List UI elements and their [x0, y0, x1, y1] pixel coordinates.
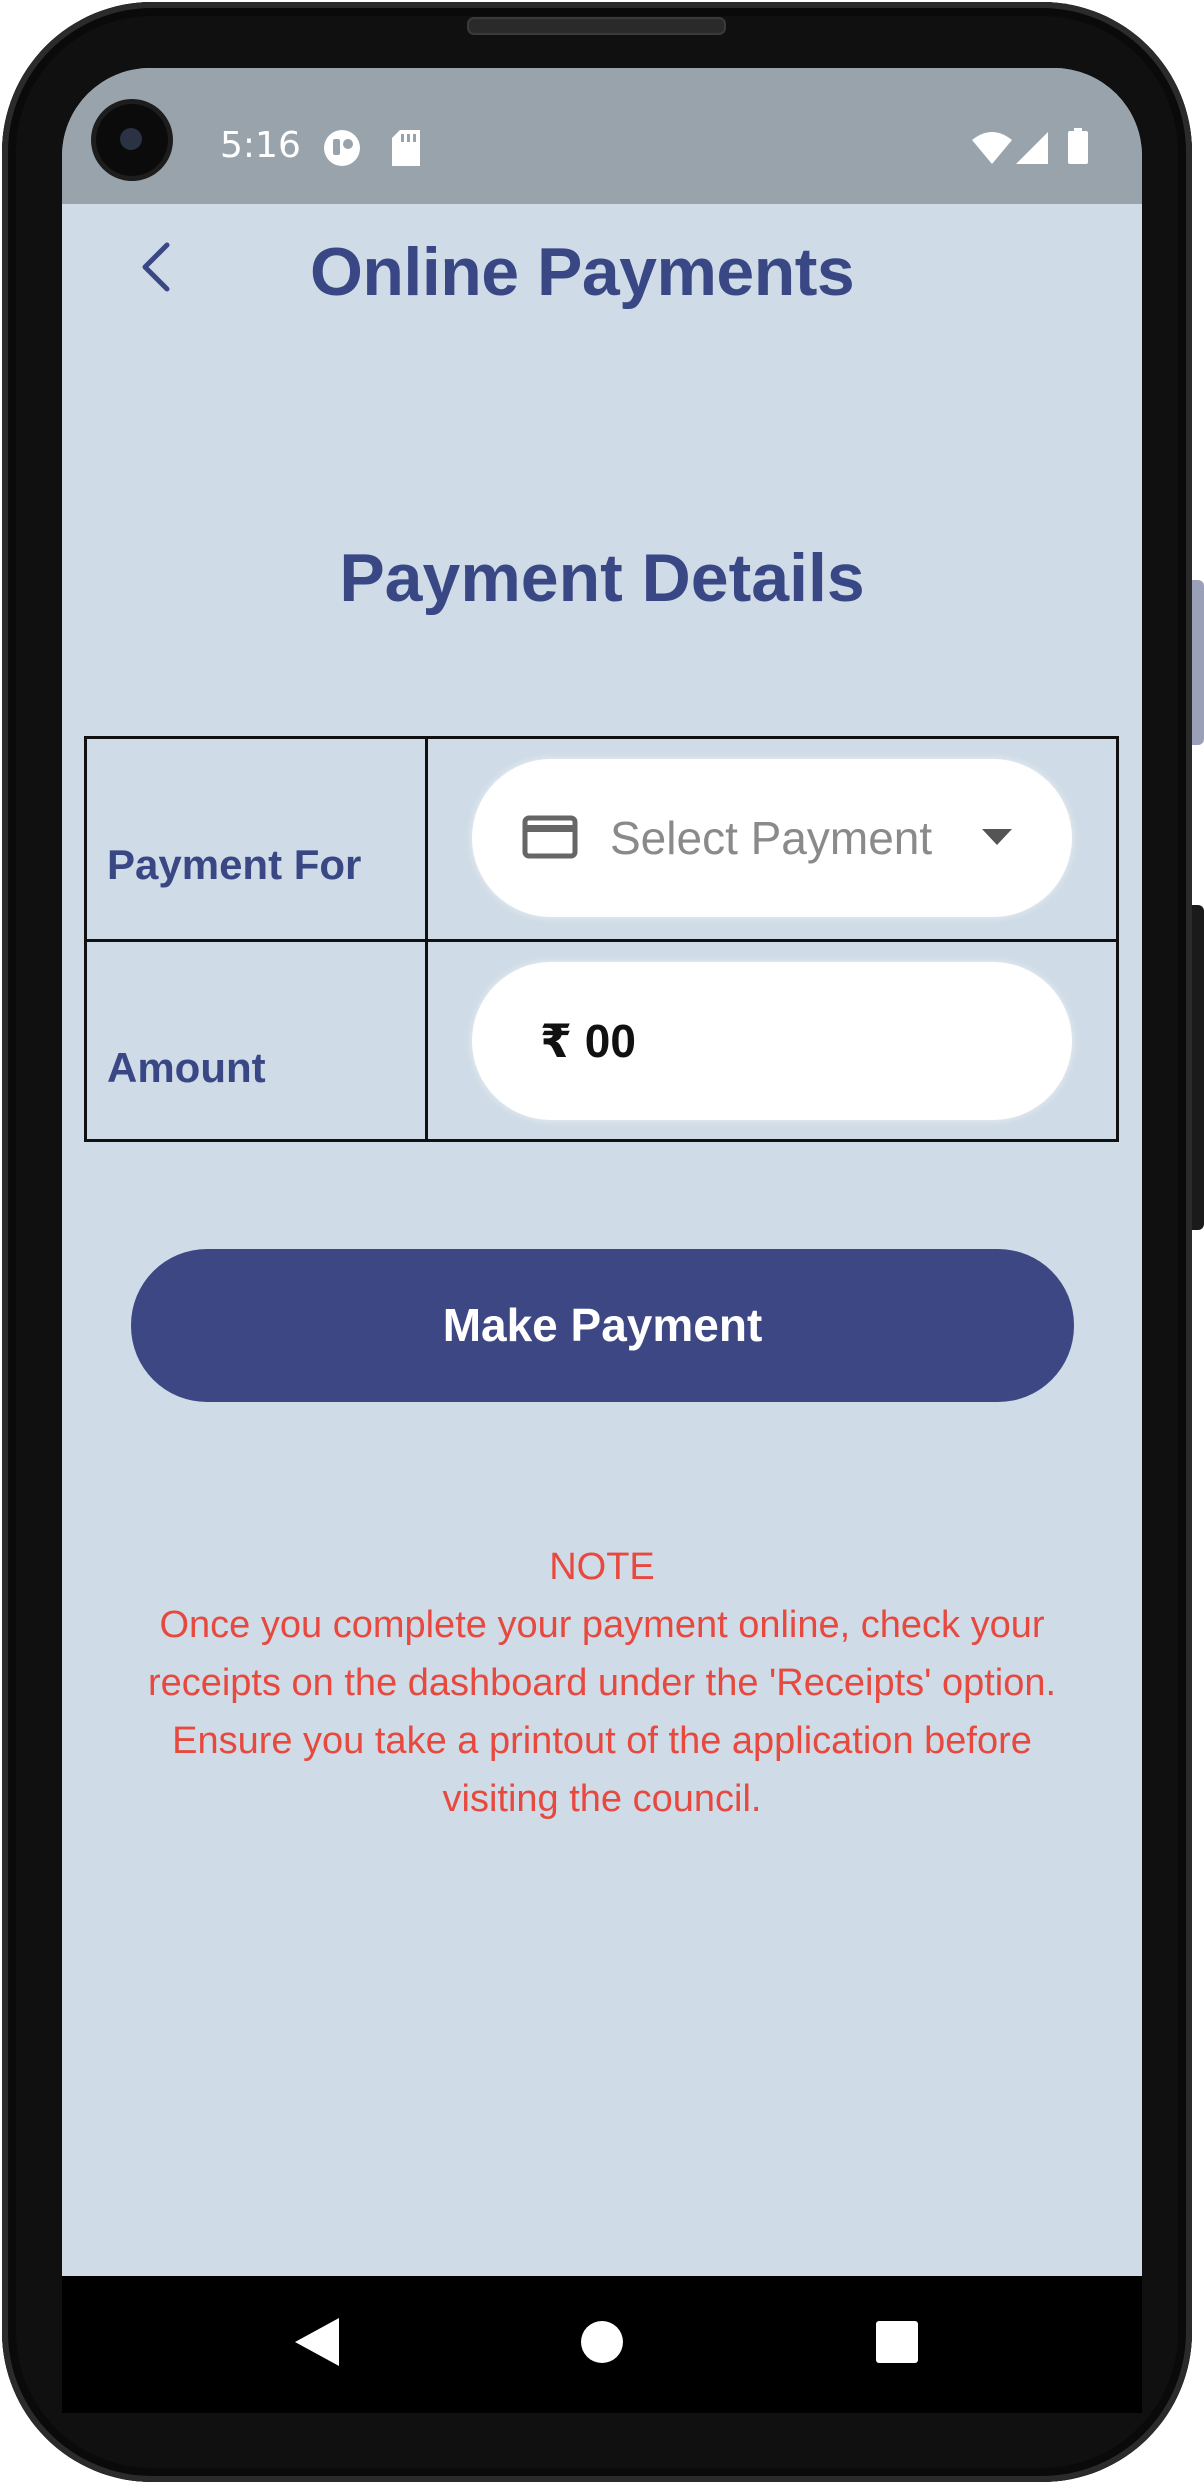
make-payment-button[interactable]: Make Payment — [131, 1249, 1074, 1402]
front-camera — [96, 104, 168, 176]
payment-for-label: Payment For — [107, 841, 362, 888]
section-title: Payment Details — [339, 540, 865, 616]
speaker-grille — [467, 17, 726, 35]
nav-home-icon — [580, 2320, 624, 2369]
app-header: Online Payments — [62, 204, 1142, 354]
select-payment-placeholder: Select Payment — [610, 812, 933, 864]
cellular-signal-icon — [1016, 132, 1048, 169]
nav-back-icon — [295, 2318, 339, 2371]
sd-card-icon — [392, 130, 420, 171]
dropdown-arrow-icon — [982, 829, 1012, 850]
back-button[interactable] — [122, 224, 188, 314]
table-row-payment-for: Payment For Select Payment — [87, 739, 1116, 942]
amount-input[interactable]: ₹ 00 — [472, 962, 1072, 1120]
nav-recents-icon — [876, 2321, 918, 2368]
chevron-left-icon — [137, 241, 173, 298]
wifi-icon — [972, 132, 1012, 169]
status-bar: 5:16 — [62, 68, 1142, 204]
select-payment-dropdown[interactable]: Select Payment — [472, 759, 1072, 917]
battery-icon — [1068, 128, 1088, 169]
power-button — [1192, 905, 1204, 1230]
volume-button — [1192, 580, 1204, 745]
app-screen: 5:16 Online Payments Payment Details Pay… — [62, 68, 1142, 2413]
page-title: Online Payments — [310, 234, 855, 310]
payment-details-table: Payment For Select Payment Amount ₹ 00 — [84, 736, 1119, 1142]
amount-value: ₹ 00 — [540, 1015, 636, 1067]
table-label-cell: Amount — [87, 942, 428, 1142]
table-value-cell: Select Payment — [428, 739, 1116, 939]
note-body: Once you complete your payment online, c… — [147, 1604, 1057, 1820]
account-circle-icon — [324, 130, 360, 171]
payment-note: NOTE Once you complete your payment onli… — [102, 1538, 1102, 1828]
amount-label: Amount — [107, 1044, 266, 1091]
table-row-amount: Amount ₹ 00 — [87, 942, 1116, 1142]
credit-card-icon — [522, 815, 578, 864]
table-label-cell: Payment For — [87, 739, 428, 939]
status-time: 5:16 — [220, 125, 301, 166]
navigation-bar — [62, 2276, 1142, 2413]
nav-home-button[interactable] — [557, 2276, 647, 2413]
table-value-cell: ₹ 00 — [428, 942, 1116, 1142]
nav-back-button[interactable] — [272, 2276, 362, 2413]
nav-recents-button[interactable] — [852, 2276, 942, 2413]
note-heading: NOTE — [549, 1546, 655, 1588]
